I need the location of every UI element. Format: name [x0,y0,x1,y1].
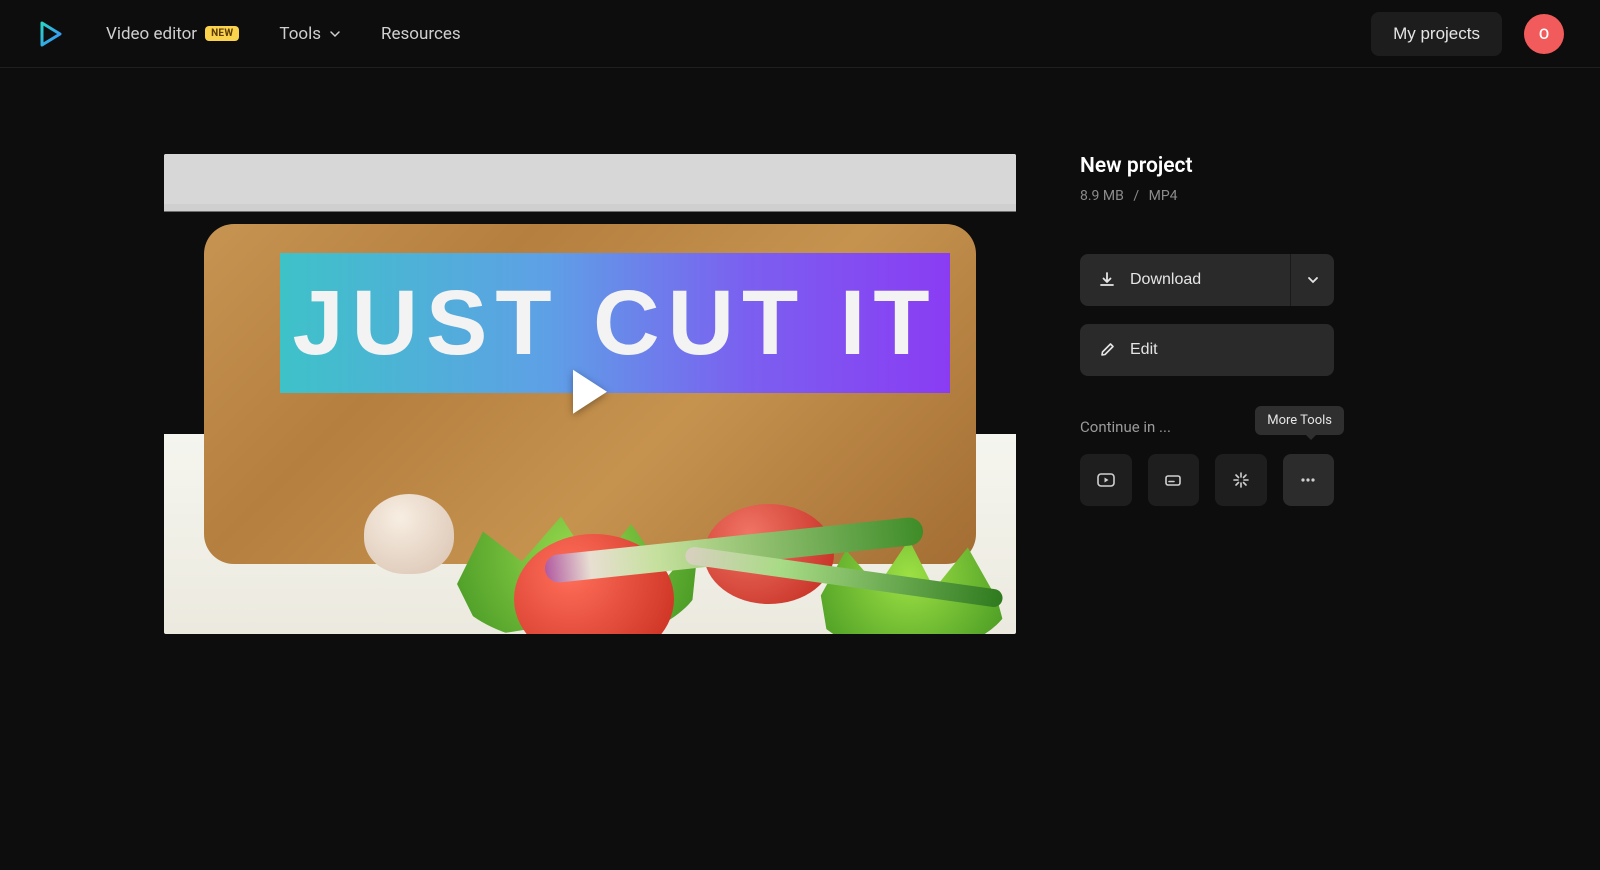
download-icon [1098,271,1116,289]
app-header: Video editor NEW Tools Resources My proj… [0,0,1600,68]
preview-wall [164,154,1016,204]
chevron-down-icon [329,28,341,40]
preview-title-text: JUST CUT IT [292,271,937,376]
nav-tools-label: Tools [279,24,321,44]
header-left: Video editor NEW Tools Resources [36,19,461,49]
continue-video-button[interactable] [1080,454,1132,506]
pencil-icon [1098,341,1116,359]
nav-video-editor-label: Video editor [106,24,197,44]
project-size: 8.9 MB [1080,188,1124,204]
subtitle-icon [1162,469,1184,491]
edit-button[interactable]: Edit [1080,324,1334,376]
play-icon[interactable] [573,370,607,414]
my-projects-button[interactable]: My projects [1371,12,1502,56]
download-dropdown-button[interactable] [1290,254,1334,306]
edit-row: Edit [1080,324,1334,376]
continue-subtitle-button[interactable] [1148,454,1200,506]
avatar[interactable]: O [1524,14,1564,54]
project-title: New project [1080,154,1334,178]
new-badge: NEW [205,26,239,41]
main-nav: Video editor NEW Tools Resources [106,24,461,44]
download-row: Download [1080,254,1334,306]
main-content: JUST CUT IT New project 8.9 MB / MP4 Dow… [0,68,1600,674]
logo-play-icon [36,19,66,49]
meta-separator: / [1133,188,1139,204]
project-sidebar: New project 8.9 MB / MP4 Download Edi [1080,154,1334,634]
video-preview[interactable]: JUST CUT IT [164,154,1016,634]
preview-title-banner: JUST CUT IT [280,253,950,393]
video-play-icon [1095,469,1117,491]
compress-icon [1230,469,1252,491]
continue-icons: More Tools [1080,454,1334,506]
edit-label: Edit [1130,341,1158,359]
nav-video-editor[interactable]: Video editor NEW [106,24,239,44]
continue-compress-button[interactable] [1215,454,1267,506]
chevron-down-icon [1306,273,1320,287]
nav-tools[interactable]: Tools [279,24,341,44]
more-tools-tooltip: More Tools [1255,406,1344,435]
ellipsis-icon [1297,469,1319,491]
nav-resources[interactable]: Resources [381,24,461,44]
nav-resources-label: Resources [381,24,461,44]
project-format: MP4 [1149,188,1178,204]
download-button[interactable]: Download [1080,254,1290,306]
preview-onion [364,494,454,574]
more-tools-button[interactable] [1283,454,1335,506]
download-label: Download [1130,271,1201,289]
app-logo[interactable] [36,19,66,49]
header-right: My projects O [1371,12,1564,56]
project-meta: 8.9 MB / MP4 [1080,188,1334,204]
